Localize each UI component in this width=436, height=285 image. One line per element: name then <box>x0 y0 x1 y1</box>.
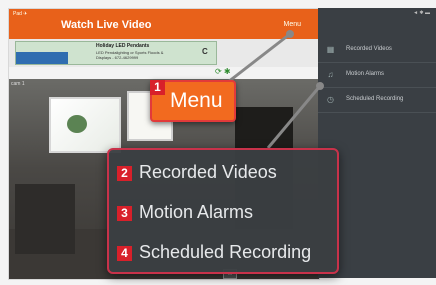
step-badge-1: 1 <box>150 80 165 95</box>
video-scene-cabinet <box>15 184 75 254</box>
sidebar-item-label: Scheduled Recording <box>346 96 404 102</box>
step-badge-2: 2 <box>117 166 132 181</box>
sidebar-item-motion-alarms[interactable]: ♫ Motion Alarms <box>318 63 436 88</box>
ad-text: Displays - 672-4629999 <box>96 55 139 60</box>
screenshot-frame: Pad ✈ Watch Live Video Menu Holiday LED … <box>0 0 436 285</box>
film-icon: ▦ <box>326 45 335 54</box>
callout-menu-label: Menu <box>170 89 223 112</box>
video-toolbar: ⟳ ✱ <box>9 67 319 79</box>
sidebar-item-scheduled-recording[interactable]: ◷ Scheduled Recording <box>318 88 436 113</box>
popup-item-label: Scheduled Recording <box>139 242 312 262</box>
step-badge-3: 3 <box>117 206 132 221</box>
ad-image <box>16 52 68 64</box>
video-scene-plant <box>67 115 87 133</box>
bell-icon: ♫ <box>327 70 334 79</box>
status-bar-left: Pad ✈ <box>13 11 28 17</box>
app-title: Watch Live Video <box>61 19 152 31</box>
popup-item-label: Motion Alarms <box>139 202 254 222</box>
status-bar-right: ◄ ✱ ▬ <box>413 10 430 16</box>
ad-bar: Holiday LED Pendants LED Pendalighting o… <box>9 39 319 67</box>
ad-banner[interactable]: Holiday LED Pendants LED Pendalighting o… <box>15 41 217 65</box>
menu-button[interactable]: Menu <box>283 21 301 28</box>
sidebar-item-label: Motion Alarms <box>346 71 385 77</box>
ad-headline: Holiday LED Pendants <box>96 43 150 49</box>
sidebar-item-recorded-videos[interactable]: ▦ Recorded Videos <box>318 38 436 63</box>
step-badge-4: 4 <box>117 246 132 261</box>
popup-item-label: Recorded Videos <box>139 162 277 182</box>
app-top-bar: Pad ✈ Watch Live Video Menu <box>9 9 319 39</box>
clock-icon: ◷ <box>327 95 334 104</box>
sidebar-item-label: Recorded Videos <box>346 46 392 52</box>
ad-go-icon[interactable]: C <box>202 47 208 56</box>
callout-menu-popup: 2 Recorded Videos 3 Motion Alarms 4 Sche… <box>107 148 339 274</box>
refresh-icon[interactable]: ⟳ ✱ <box>215 67 231 76</box>
camera-label: cam 1 <box>11 81 25 87</box>
